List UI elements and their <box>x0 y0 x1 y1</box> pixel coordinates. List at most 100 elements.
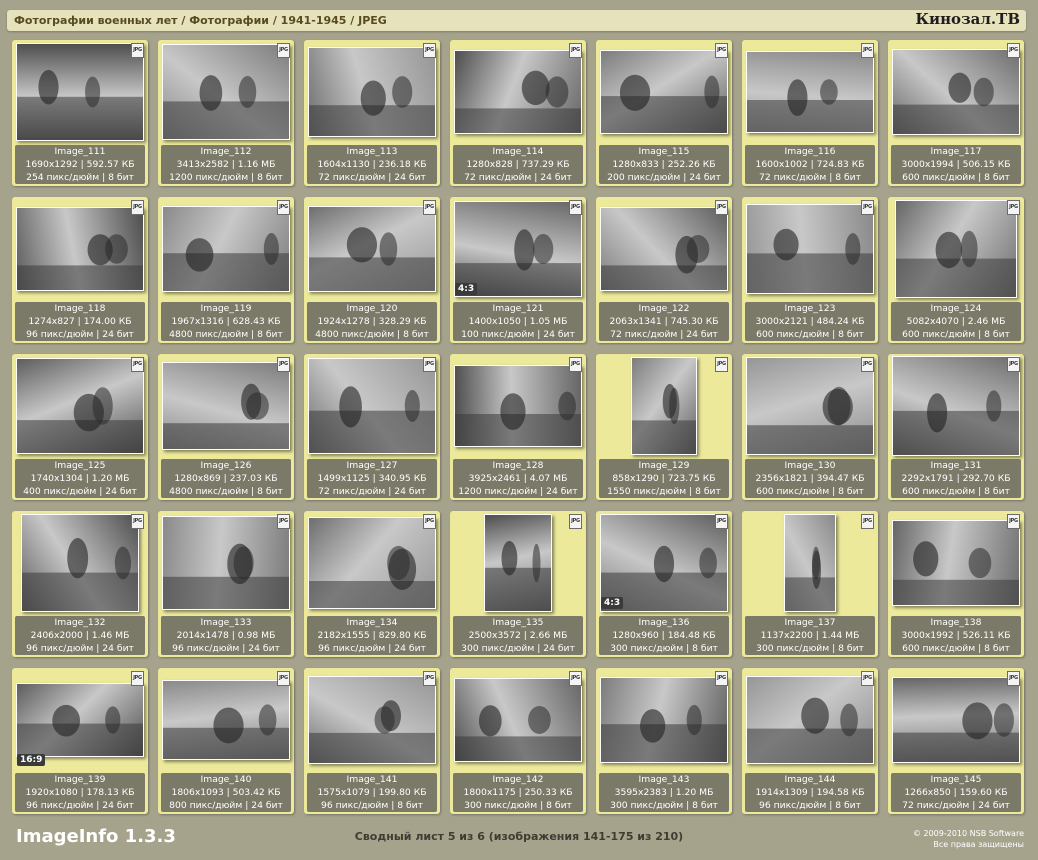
thumbnail-tile[interactable]: JPG Image_117 3000x1994 | 506.15 КБ 600 пик… <box>888 40 1024 186</box>
thumbnail-tile[interactable]: JPG Image_140 1806x1093 | 503.42 КБ 800 пик… <box>158 668 294 814</box>
photo-thumbnail[interactable] <box>746 356 874 455</box>
thumbnail-tile[interactable]: JPG Image_132 2406x2000 | 1.46 МБ 96 пикс/д… <box>12 511 148 657</box>
photo-thumbnail[interactable] <box>308 516 436 609</box>
thumbnail-tile[interactable]: JPG Image_128 3925x2461 | 4.07 МБ 1200 пикс… <box>450 354 586 500</box>
thumbnail-tile[interactable]: JPG Image_122 2063x1341 | 745.30 КБ 72 пикс… <box>596 197 732 343</box>
photo-thumbnail[interactable] <box>308 675 436 764</box>
thumbnail-tile[interactable]: JPG Image_115 1280x833 | 252.26 КБ 200 пикс… <box>596 40 732 186</box>
image-meta: 96 пикс/дюйм | 24 бит <box>318 643 426 654</box>
image-dims: 1575x1079 | 199.80 КБ <box>317 787 427 798</box>
thumbnail-tile[interactable]: JPG Image_129 858x1290 | 723.75 КБ 1550 пик… <box>596 354 732 500</box>
thumbnail-tile[interactable]: JPG Image_135 2500x3572 | 2.66 МБ 300 пикс/… <box>450 511 586 657</box>
thumbnail-tile[interactable]: JPG Image_138 3000x1992 | 526.11 КБ 600 пик… <box>888 511 1024 657</box>
photo-thumbnail[interactable] <box>162 361 290 450</box>
photo-thumbnail[interactable] <box>454 364 582 447</box>
thumbnail-area: JPG <box>596 40 732 143</box>
photo-thumbnail[interactable] <box>484 513 552 612</box>
photo-thumbnail[interactable] <box>784 513 836 612</box>
photo-thumbnail[interactable] <box>892 48 1020 135</box>
photo-thumbnail[interactable] <box>892 519 1020 606</box>
jpg-file-icon: JPG <box>569 671 582 686</box>
photo-thumbnail[interactable] <box>600 49 728 134</box>
photo-thumbnail[interactable] <box>454 49 582 134</box>
thumbnail-tile[interactable]: JPG Image_127 1499x1125 | 340.95 КБ 72 пикс… <box>304 354 440 500</box>
image-meta: 600 пикс/дюйм | 8 бит <box>902 329 1010 340</box>
image-name: Image_120 <box>346 303 398 314</box>
image-meta: 96 пикс/дюйм | 8 бит <box>321 800 423 811</box>
thumbnail-tile[interactable]: JPG Image_145 1266x850 | 159.60 КБ 72 пикс/… <box>888 668 1024 814</box>
image-name: Image_121 <box>492 303 544 314</box>
thumbnail-tile[interactable]: JPG Image_144 1914x1309 | 194.58 КБ 96 пикс… <box>742 668 878 814</box>
photo-thumbnail[interactable] <box>454 677 582 762</box>
thumbnail-tile[interactable]: JPG Image_142 1800x1175 | 250.33 КБ 300 пик… <box>450 668 586 814</box>
photo-thumbnail[interactable] <box>21 513 139 612</box>
thumbnail-area: JPG 4:3 <box>596 511 732 614</box>
photo-thumbnail[interactable] <box>746 675 874 764</box>
thumbnail-tile[interactable]: JPG Image_126 1280x869 | 237.03 КБ 4800 пик… <box>158 354 294 500</box>
photo-thumbnail[interactable] <box>631 356 697 455</box>
thumbnail-tile[interactable]: JPG Image_120 1924x1278 | 328.29 КБ 4800 пи… <box>304 197 440 343</box>
photo-thumbnail[interactable] <box>162 515 290 610</box>
thumbnail-tile[interactable]: JPG Image_119 1967x1316 | 628.43 КБ 4800 пи… <box>158 197 294 343</box>
thumbnail-tile[interactable]: JPG Image_134 2182x1555 | 829.80 КБ 96 пикс… <box>304 511 440 657</box>
image-info: Image_116 1600x1002 | 724.83 КБ 72 пикс/дю… <box>745 145 875 184</box>
photo-thumbnail[interactable] <box>600 206 728 291</box>
image-dims: 5082x4070 | 2.46 МБ <box>906 316 1006 327</box>
thumbnail-tile[interactable]: JPG Image_137 1137x2200 | 1.44 МБ 300 пикс/… <box>742 511 878 657</box>
image-info: Image_128 3925x2461 | 4.07 МБ 1200 пикс/дю… <box>453 459 583 498</box>
thumbnail-tile[interactable]: JPG Image_123 3000x2121 | 484.24 КБ 600 пик… <box>742 197 878 343</box>
jpg-file-icon: JPG <box>569 357 582 372</box>
image-dims: 1690x1292 | 592.57 КБ <box>25 159 135 170</box>
thumbnail-tile[interactable]: JPG Image_124 5082x4070 | 2.46 МБ 600 пикс/… <box>888 197 1024 343</box>
photo-thumbnail[interactable] <box>16 42 144 141</box>
thumbnail-tile[interactable]: JPG Image_111 1690x1292 | 592.57 КБ 254 пик… <box>12 40 148 186</box>
jpg-file-icon: JPG <box>131 357 144 372</box>
photo-thumbnail[interactable] <box>746 50 874 133</box>
photo-thumbnail[interactable] <box>895 199 1017 298</box>
photo-thumbnail[interactable] <box>162 205 290 292</box>
image-meta: 200 пикс/дюйм | 24 бит <box>607 172 721 183</box>
thumbnail-tile[interactable]: JPG Image_143 3595x2383 | 1.20 МБ 300 пикс/… <box>596 668 732 814</box>
thumbnail-tile[interactable]: JPG Image_133 2014x1478 | 0.98 МБ 96 пикс/д… <box>158 511 294 657</box>
image-name: Image_141 <box>346 774 398 785</box>
photo-thumbnail[interactable] <box>162 679 290 760</box>
thumbnail-tile[interactable]: JPG Image_114 1280x828 | 737.29 КБ 72 пикс/… <box>450 40 586 186</box>
jpg-file-icon: JPG <box>277 514 290 529</box>
image-name: Image_123 <box>784 303 836 314</box>
thumbnail-tile[interactable]: JPG 16:9 Image_139 1920x1080 | 178.13 КБ 96 … <box>12 668 148 814</box>
photo-thumbnail[interactable] <box>892 355 1020 456</box>
thumbnail-tile[interactable]: JPG Image_116 1600x1002 | 724.83 КБ 72 пикс… <box>742 40 878 186</box>
photo-thumbnail[interactable] <box>162 43 290 140</box>
thumbnail-area: JPG 16:9 <box>12 668 148 771</box>
image-meta: 72 пикс/дюйм | 24 бит <box>902 800 1010 811</box>
image-meta: 100 пикс/дюйм | 24 бит <box>461 329 575 340</box>
thumbnail-tile[interactable]: JPG Image_118 1274x827 | 174.00 КБ 96 пикс/… <box>12 197 148 343</box>
thumbnail-tile[interactable]: JPG Image_141 1575x1079 | 199.80 КБ 96 пикс… <box>304 668 440 814</box>
image-dims: 1967x1316 | 628.43 КБ <box>171 316 281 327</box>
thumbnail-tile[interactable]: JPG Image_130 2356x1821 | 394.47 КБ 600 пик… <box>742 354 878 500</box>
jpg-file-icon: JPG <box>1007 671 1020 686</box>
image-meta: 72 пикс/дюйм | 24 бит <box>610 329 718 340</box>
thumbnail-area: JPG <box>158 40 294 143</box>
thumbnail-tile[interactable]: JPG 4:3 Image_136 1280x960 | 184.48 КБ 300 п… <box>596 511 732 657</box>
thumbnail-tile[interactable]: JPG Image_131 2292x1791 | 292.70 КБ 600 пик… <box>888 354 1024 500</box>
photo-thumbnail[interactable] <box>16 206 144 291</box>
photo-thumbnail[interactable] <box>308 205 436 292</box>
image-name: Image_128 <box>492 460 544 471</box>
image-info: Image_122 2063x1341 | 745.30 КБ 72 пикс/дю… <box>599 302 729 341</box>
thumbnail-tile[interactable]: JPG 4:3 Image_121 1400x1050 | 1.05 МБ 100 пи… <box>450 197 586 343</box>
photo-thumbnail[interactable] <box>16 357 144 454</box>
image-dims: 3000x1992 | 526.11 КБ <box>901 630 1011 641</box>
photo-thumbnail[interactable] <box>600 676 728 763</box>
jpg-file-icon: JPG <box>423 671 436 686</box>
photo-thumbnail[interactable] <box>308 46 436 137</box>
image-dims: 1740x1304 | 1.20 МБ <box>30 473 130 484</box>
image-dims: 858x1290 | 723.75 КБ <box>612 473 716 484</box>
thumbnail-tile[interactable]: JPG Image_125 1740x1304 | 1.20 МБ 400 пикс/… <box>12 354 148 500</box>
thumbnail-tile[interactable]: JPG Image_113 1604x1130 | 236.18 КБ 72 пикс… <box>304 40 440 186</box>
photo-thumbnail[interactable] <box>308 357 436 454</box>
photo-thumbnail[interactable] <box>16 682 144 757</box>
photo-thumbnail[interactable] <box>892 676 1020 763</box>
thumbnail-tile[interactable]: JPG Image_112 3413x2582 | 1.16 МБ 1200 пикс… <box>158 40 294 186</box>
photo-thumbnail[interactable] <box>746 203 874 294</box>
